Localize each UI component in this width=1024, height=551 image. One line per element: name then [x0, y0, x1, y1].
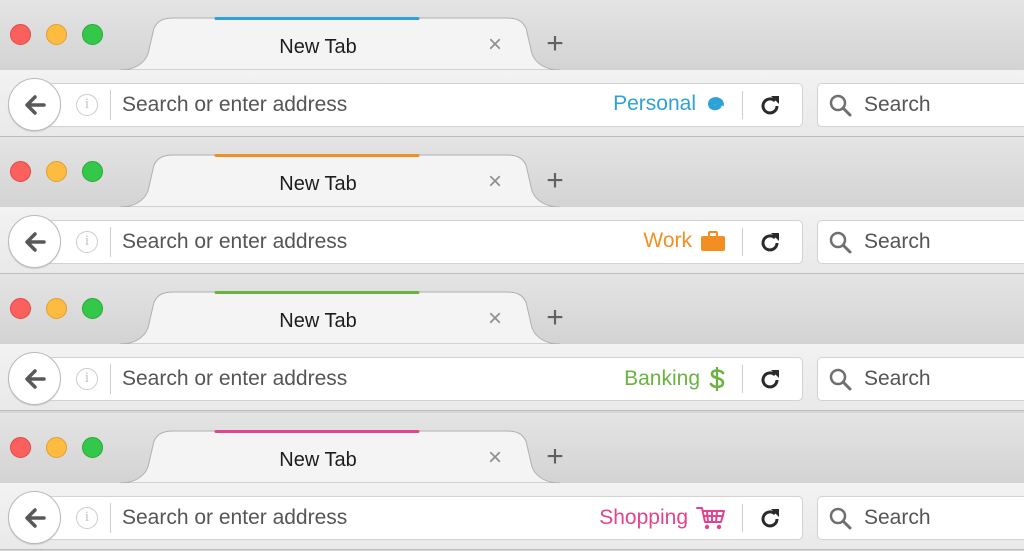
tab-close-icon[interactable]: ×	[484, 32, 506, 58]
address-input[interactable]: Search or enter address	[122, 93, 347, 117]
divider	[742, 228, 743, 256]
search-input[interactable]: Search	[864, 506, 931, 530]
address-input[interactable]: Search or enter address	[122, 230, 347, 254]
back-button[interactable]	[8, 352, 61, 405]
browser-window-personal: New Tab × + i Search or enter address Pe…	[0, 0, 1024, 137]
zoom-window-button[interactable]	[82, 161, 103, 182]
reload-icon[interactable]	[758, 506, 782, 530]
container-indicator[interactable]: Banking	[624, 366, 726, 392]
new-tab-button[interactable]: +	[542, 165, 568, 197]
dollar-icon	[709, 367, 725, 391]
search-icon	[829, 231, 852, 254]
divider	[110, 90, 111, 120]
reload-icon[interactable]	[758, 93, 782, 117]
nav-toolbar: i Search or enter address Work Search	[0, 207, 1024, 274]
container-indicator[interactable]: Personal	[613, 92, 726, 116]
search-input[interactable]: Search	[864, 93, 931, 117]
tab-close-icon[interactable]: ×	[484, 169, 506, 195]
tab-strip: New Tab × +	[0, 274, 1024, 345]
tab-title: New Tab	[279, 449, 357, 471]
nav-toolbar: i Search or enter address Personal Searc…	[0, 70, 1024, 137]
divider	[110, 503, 111, 533]
arrow-left-icon	[25, 232, 46, 252]
container-label: Personal	[613, 92, 696, 115]
divider	[110, 227, 111, 257]
info-icon[interactable]: i	[76, 368, 98, 390]
tab-close-icon[interactable]: ×	[484, 306, 506, 332]
container-indicator[interactable]: Work	[643, 229, 726, 253]
info-icon[interactable]: i	[76, 507, 98, 529]
divider	[110, 364, 111, 394]
container-label: Shopping	[599, 506, 688, 529]
arrow-left-icon	[25, 95, 46, 115]
search-bar[interactable]: Search	[818, 497, 1024, 539]
container-indicator[interactable]: Shopping	[599, 505, 726, 531]
browser-window-shopping: New Tab × + i Search or enter address Sh…	[0, 413, 1024, 551]
address-bar[interactable]: i Search or enter address Personal	[48, 84, 802, 126]
search-icon	[829, 368, 852, 391]
tab-close-icon[interactable]: ×	[484, 445, 506, 471]
search-icon	[829, 507, 852, 530]
minimize-window-button[interactable]	[46, 24, 67, 45]
address-input[interactable]: Search or enter address	[122, 506, 347, 530]
divider	[742, 91, 743, 119]
zoom-window-button[interactable]	[82, 437, 103, 458]
tab-title: New Tab	[279, 173, 357, 195]
zoom-window-button[interactable]	[82, 298, 103, 319]
back-button[interactable]	[8, 215, 61, 268]
address-bar[interactable]: i Search or enter address Banking	[48, 358, 802, 400]
close-window-button[interactable]	[10, 298, 31, 319]
nav-toolbar: i Search or enter address Banking Search	[0, 344, 1024, 411]
close-window-button[interactable]	[10, 24, 31, 45]
close-window-button[interactable]	[10, 437, 31, 458]
new-tab-button[interactable]: +	[542, 441, 568, 473]
info-icon[interactable]: i	[76, 94, 98, 116]
arrow-left-icon	[25, 369, 46, 389]
minimize-window-button[interactable]	[46, 437, 67, 458]
nav-toolbar: i Search or enter address Shopping Searc…	[0, 483, 1024, 550]
search-bar[interactable]: Search	[818, 221, 1024, 263]
close-window-button[interactable]	[10, 161, 31, 182]
back-button[interactable]	[8, 491, 61, 544]
browser-window-work: New Tab × + i Search or enter address Wo…	[0, 137, 1024, 274]
fingerprint-icon	[707, 97, 724, 111]
container-label: Work	[643, 229, 692, 252]
minimize-window-button[interactable]	[46, 298, 67, 319]
back-button[interactable]	[8, 78, 61, 131]
search-input[interactable]: Search	[864, 367, 931, 391]
tab-strip: New Tab × +	[0, 413, 1024, 484]
browser-window-banking: New Tab × + i Search or enter address Ba…	[0, 274, 1024, 411]
zoom-window-button[interactable]	[82, 24, 103, 45]
tab-strip: New Tab × +	[0, 0, 1024, 71]
tab-strip: New Tab × +	[0, 137, 1024, 208]
info-icon[interactable]: i	[76, 231, 98, 253]
search-bar[interactable]: Search	[818, 358, 1024, 400]
arrow-left-icon	[25, 508, 46, 528]
address-input[interactable]: Search or enter address	[122, 367, 347, 391]
divider	[742, 504, 743, 532]
address-bar[interactable]: i Search or enter address Shopping	[48, 497, 802, 539]
search-bar[interactable]: Search	[818, 84, 1024, 126]
address-bar[interactable]: i Search or enter address Work	[48, 221, 802, 263]
reload-icon[interactable]	[758, 230, 782, 254]
divider	[742, 365, 743, 393]
search-icon	[829, 94, 852, 117]
tab-title: New Tab	[279, 36, 357, 58]
briefcase-icon	[701, 231, 725, 251]
tab-title: New Tab	[279, 310, 357, 332]
new-tab-button[interactable]: +	[542, 302, 568, 334]
reload-icon[interactable]	[758, 367, 782, 391]
search-input[interactable]: Search	[864, 230, 931, 254]
container-label: Banking	[624, 367, 700, 390]
cart-icon	[696, 507, 725, 530]
minimize-window-button[interactable]	[46, 161, 67, 182]
new-tab-button[interactable]: +	[542, 28, 568, 60]
